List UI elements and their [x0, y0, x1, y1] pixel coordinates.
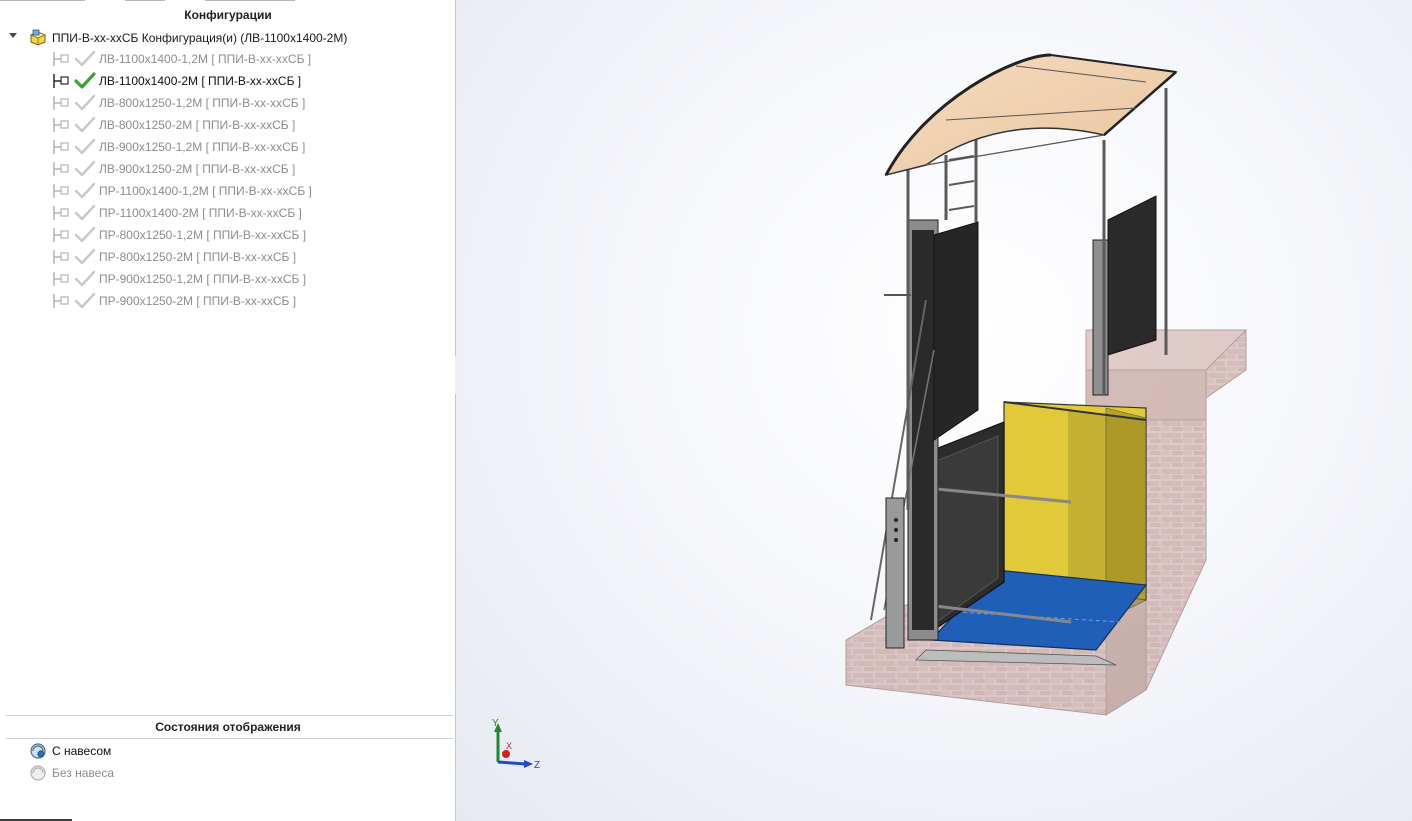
triad-y-label: Y: [492, 718, 499, 729]
configurations-header: Конфигурации: [184, 8, 272, 22]
configuration-item[interactable]: ЛВ-900х1250-1,2М [ ППИ-В-хх-ххСБ ]: [0, 136, 450, 158]
configuration-connector-icon: [53, 228, 69, 242]
inactive-checkmark-icon: [74, 50, 96, 67]
configuration-item[interactable]: ПР-800х1250-1,2М [ ППИ-В-хх-ххСБ ]: [0, 224, 450, 246]
configuration-item[interactable]: ПР-800х1250-2М [ ППИ-В-хх-ххСБ ]: [0, 246, 450, 268]
configuration-item[interactable]: ЛВ-900х1250-2М [ ППИ-В-хх-ххСБ ]: [0, 158, 450, 180]
configuration-label: ЛВ-800х1250-2М [ ППИ-В-хх-ххСБ ]: [99, 118, 296, 132]
configuration-label: ПР-1100х1400-2М [ ППИ-В-хх-ххСБ ]: [99, 206, 302, 220]
section-divider: [6, 715, 453, 716]
configuration-item[interactable]: ПР-1100х1400-1,2М [ ППИ-В-хх-ххСБ ]: [0, 180, 450, 202]
assembly-icon: [29, 29, 47, 46]
configuration-item[interactable]: ЛВ-800х1250-1,2М [ ППИ-В-хх-ххСБ ]: [0, 92, 450, 114]
configuration-label: ПР-800х1250-1,2М [ ППИ-В-хх-ххСБ ]: [99, 228, 307, 242]
canopy-roof: [884, 53, 1178, 177]
root-assembly-label: ППИ-В-хх-ххСБ Конфигурация(и) (ЛВ-1100х1…: [52, 31, 348, 45]
configuration-item[interactable]: ЛВ-1100х1400-2М [ ППИ-В-хх-ххСБ ]: [0, 70, 450, 92]
tab-edge: [125, 0, 165, 1]
configuration-item[interactable]: ПР-900х1250-2М [ ППИ-В-хх-ххСБ ]: [0, 290, 450, 312]
configuration-label: ПР-900х1250-1,2М [ ППИ-В-хх-ххСБ ]: [99, 272, 307, 286]
triad-z-label: Z: [534, 760, 540, 771]
collapse-arrow-icon[interactable]: [9, 33, 17, 38]
display-state-with-canopy[interactable]: С навесом: [0, 741, 450, 761]
configuration-manager-panel: Конфигурации ППИ-В-хх-ххСБ Конфигурация(…: [0, 0, 456, 821]
inactive-checkmark-icon: [74, 182, 96, 199]
configuration-label: ЛВ-800х1250-1,2М [ ППИ-В-хх-ххСБ ]: [99, 96, 306, 110]
configuration-label: ЛВ-1100х1400-1,2М [ ППИ-В-хх-ххСБ ]: [99, 52, 312, 66]
configuration-label: ПР-900х1250-2М [ ППИ-В-хх-ххСБ ]: [99, 294, 297, 308]
inactive-checkmark-icon: [74, 160, 96, 177]
inactive-checkmark-icon: [74, 138, 96, 155]
configuration-item[interactable]: ПР-900х1250-1,2М [ ППИ-В-хх-ххСБ ]: [0, 268, 450, 290]
display-states-header: Состояния отображения: [155, 720, 301, 734]
configuration-connector-icon: [53, 250, 69, 264]
configuration-connector-icon: [53, 272, 69, 286]
display-state-inactive-icon: [30, 765, 46, 781]
configuration-connector-icon: [53, 294, 69, 308]
configuration-connector-icon: [53, 96, 69, 110]
configuration-tree-root[interactable]: ППИ-В-хх-ххСБ Конфигурация(и) (ЛВ-1100х1…: [0, 28, 450, 48]
configuration-connector-icon: [53, 184, 69, 198]
configuration-label: ЛВ-900х1250-2М [ ППИ-В-хх-ххСБ ]: [99, 162, 296, 176]
display-state-label: С навесом: [52, 744, 112, 758]
configuration-connector-icon: [53, 162, 69, 176]
tab-edge: [0, 0, 85, 1]
configuration-connector-icon: [53, 52, 69, 66]
panel-tab-strip: [0, 0, 455, 4]
configuration-label: ЛВ-900х1250-1,2М [ ППИ-В-хх-ххСБ ]: [99, 140, 306, 154]
configuration-connector-icon: [53, 140, 69, 154]
orientation-triad[interactable]: Y X Z: [486, 718, 546, 778]
configuration-connector-icon: [53, 118, 69, 132]
configuration-label: ПР-1100х1400-1,2М [ ППИ-В-хх-ххСБ ]: [99, 184, 312, 198]
configuration-connector-icon: [53, 206, 69, 220]
configuration-item[interactable]: ЛВ-800х1250-2М [ ППИ-В-хх-ххСБ ]: [0, 114, 450, 136]
configuration-connector-icon: [53, 74, 69, 88]
graphics-viewport[interactable]: Y X Z: [456, 0, 1412, 821]
inactive-checkmark-icon: [74, 226, 96, 243]
inactive-checkmark-icon: [74, 270, 96, 287]
active-checkmark-icon: [74, 72, 96, 89]
configuration-item[interactable]: ПР-1100х1400-2М [ ППИ-В-хх-ххСБ ]: [0, 202, 450, 224]
display-state-without-canopy[interactable]: Без навеса: [0, 763, 450, 783]
configuration-item[interactable]: ЛВ-1100х1400-1,2М [ ППИ-В-хх-ххСБ ]: [0, 48, 450, 70]
display-state-label: Без навеса: [52, 766, 115, 780]
display-state-active-icon: [30, 743, 46, 759]
lift-platform-3d-model[interactable]: [456, 0, 1412, 821]
configuration-label: ПР-800х1250-2М [ ППИ-В-хх-ххСБ ]: [99, 250, 297, 264]
tab-edge: [205, 0, 295, 1]
inactive-checkmark-icon: [74, 204, 96, 221]
inactive-checkmark-icon: [74, 116, 96, 133]
section-divider: [6, 738, 453, 739]
inactive-checkmark-icon: [74, 94, 96, 111]
inactive-checkmark-icon: [74, 292, 96, 309]
configuration-label: ЛВ-1100х1400-2М [ ППИ-В-хх-ххСБ ]: [99, 74, 302, 88]
inactive-checkmark-icon: [74, 248, 96, 265]
triad-x-label: X: [506, 741, 512, 751]
